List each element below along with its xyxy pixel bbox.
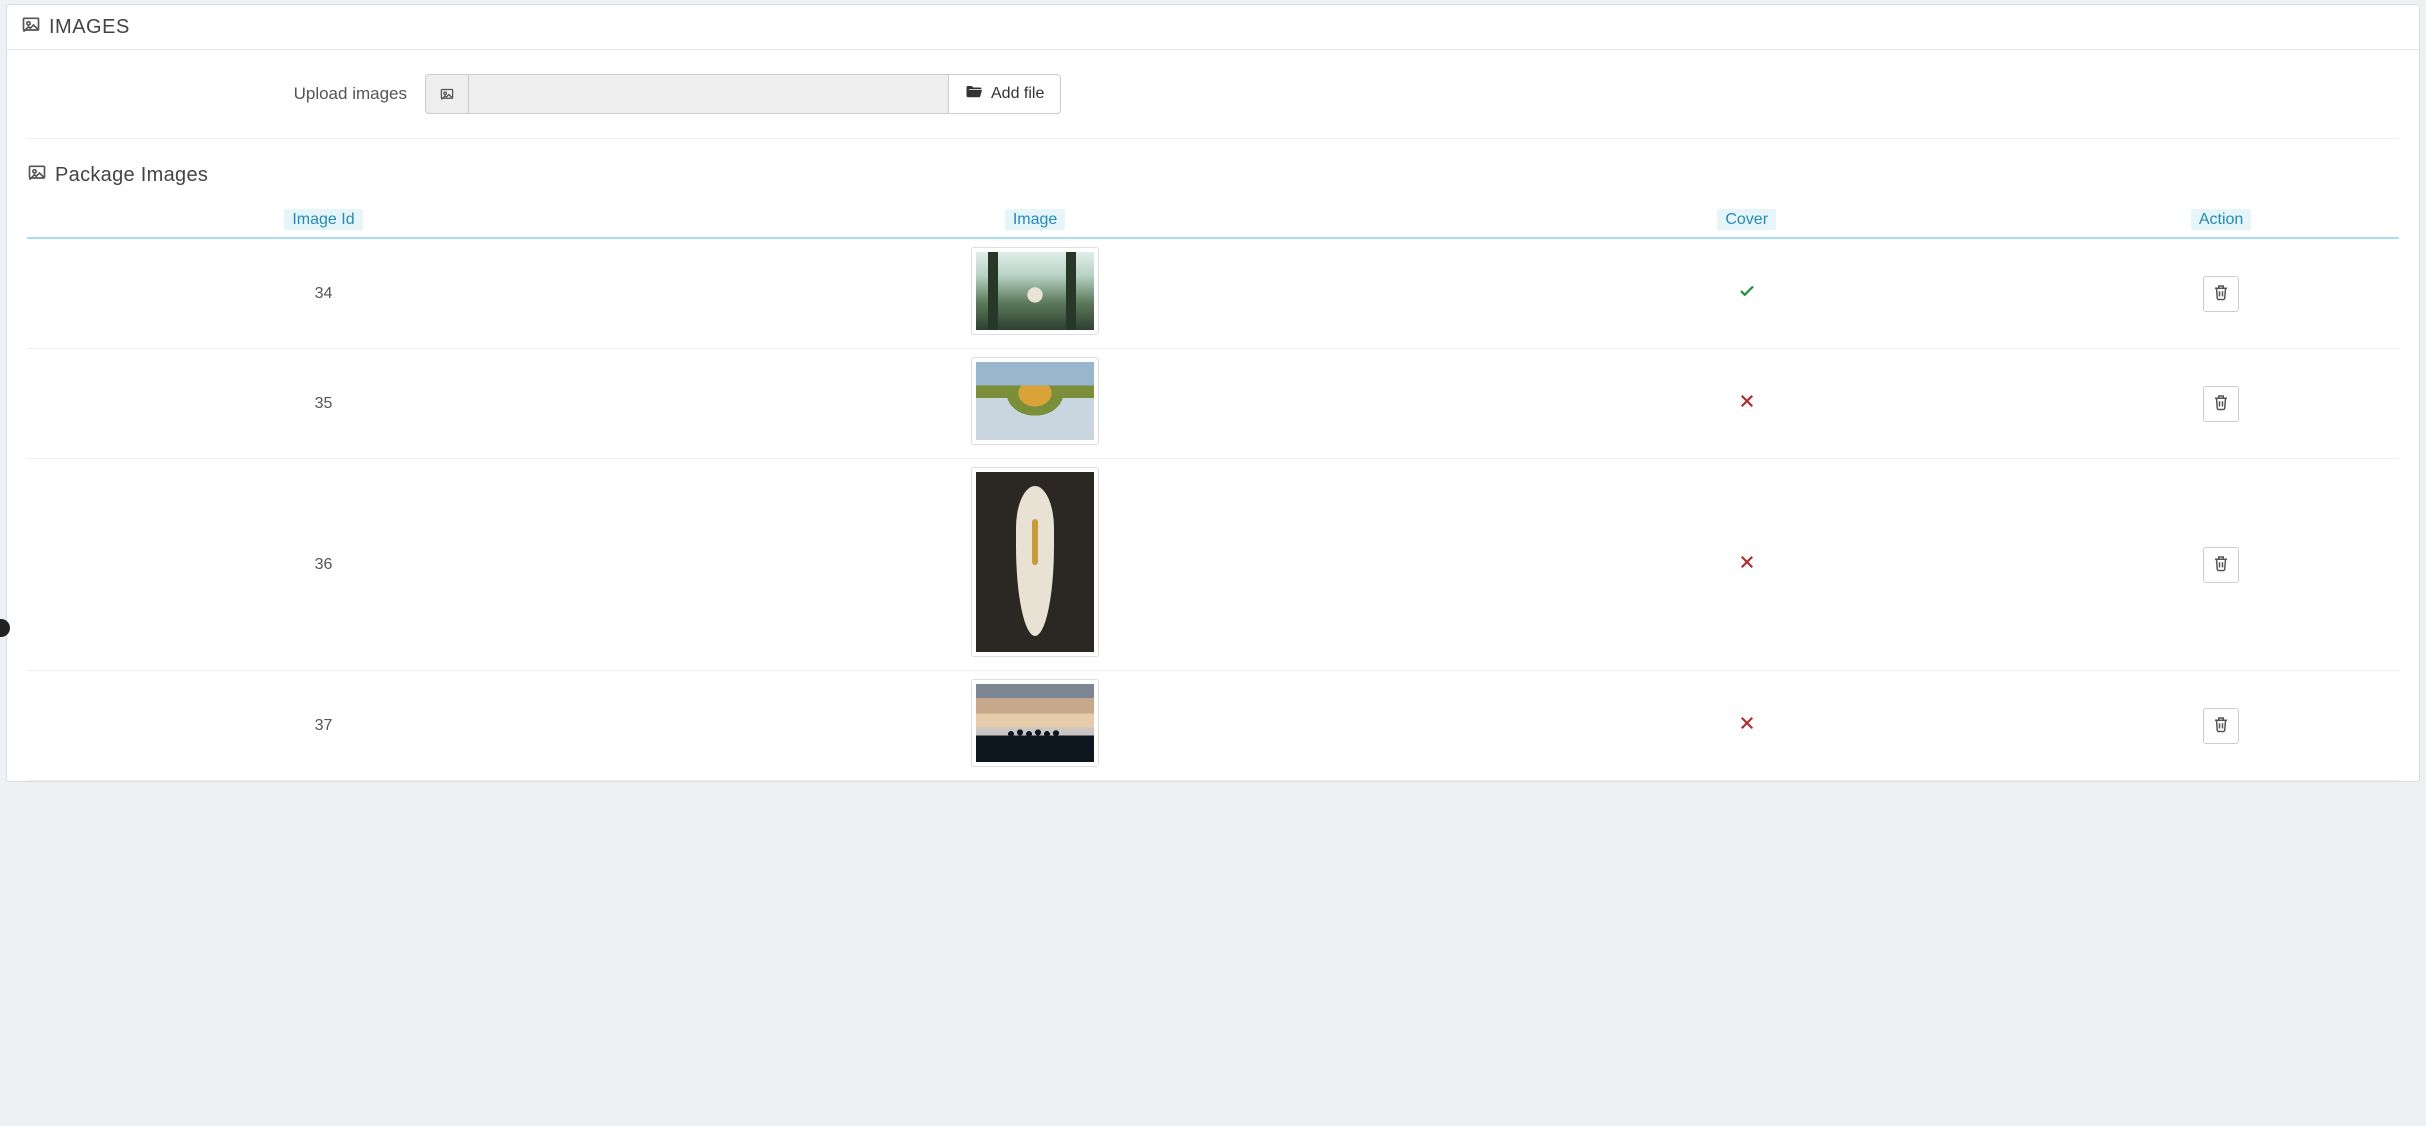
trash-icon xyxy=(2212,393,2230,414)
upload-input-group: Add file xyxy=(425,74,1061,114)
table-row: 36 xyxy=(27,459,2399,671)
panel-heading: IMAGES xyxy=(7,5,2419,50)
col-image-id[interactable]: Image Id xyxy=(284,209,362,230)
image-thumbnail[interactable] xyxy=(971,247,1099,335)
add-file-label: Add file xyxy=(991,85,1044,103)
col-action[interactable]: Action xyxy=(2191,209,2251,230)
package-images-table: Image Id Image Cover Action 34353637 xyxy=(27,203,2399,781)
table-row: 35 xyxy=(27,349,2399,459)
trash-icon xyxy=(2212,715,2230,736)
cell-cover xyxy=(1450,671,2043,781)
cell-action xyxy=(2043,238,2399,349)
table-row: 34 xyxy=(27,238,2399,349)
cell-cover xyxy=(1450,349,2043,459)
picture-icon xyxy=(21,15,41,39)
upload-label: Upload images xyxy=(27,84,407,104)
picture-icon xyxy=(27,163,47,187)
sub-title: Package Images xyxy=(55,164,208,187)
picture-icon xyxy=(425,74,468,114)
subheading: Package Images xyxy=(27,163,2399,187)
check-icon[interactable] xyxy=(1738,284,1756,304)
folder-open-icon xyxy=(965,83,983,106)
thumbnail-art xyxy=(976,684,1094,762)
delete-button[interactable] xyxy=(2203,547,2239,583)
col-image[interactable]: Image xyxy=(1005,209,1065,230)
times-icon[interactable] xyxy=(1738,555,1756,575)
table-row: 37 xyxy=(27,671,2399,781)
cell-image-id: 34 xyxy=(27,238,620,349)
delete-button[interactable] xyxy=(2203,276,2239,312)
image-thumbnail[interactable] xyxy=(971,467,1099,657)
trash-icon xyxy=(2212,554,2230,575)
cell-cover xyxy=(1450,238,2043,349)
images-panel: IMAGES Upload images xyxy=(6,4,2420,782)
cell-action xyxy=(2043,671,2399,781)
cell-action xyxy=(2043,349,2399,459)
col-cover[interactable]: Cover xyxy=(1717,209,1776,230)
delete-button[interactable] xyxy=(2203,386,2239,422)
cell-image xyxy=(620,459,1450,671)
cell-image-id: 35 xyxy=(27,349,620,459)
thumbnail-art xyxy=(976,472,1094,652)
delete-button[interactable] xyxy=(2203,708,2239,744)
times-icon[interactable] xyxy=(1738,716,1756,736)
cell-action xyxy=(2043,459,2399,671)
thumbnail-art xyxy=(976,252,1094,330)
cell-image-id: 36 xyxy=(27,459,620,671)
image-thumbnail[interactable] xyxy=(971,679,1099,767)
image-thumbnail[interactable] xyxy=(971,357,1099,445)
add-file-button[interactable]: Add file xyxy=(948,74,1061,114)
thumbnail-art xyxy=(976,362,1094,440)
cell-image-id: 37 xyxy=(27,671,620,781)
trash-icon xyxy=(2212,283,2230,304)
upload-filename-input[interactable] xyxy=(468,74,948,114)
panel-title: IMAGES xyxy=(49,16,130,39)
times-icon[interactable] xyxy=(1738,394,1756,414)
cell-image xyxy=(620,238,1450,349)
upload-row: Upload images xyxy=(27,74,2399,139)
cell-image xyxy=(620,349,1450,459)
cell-cover xyxy=(1450,459,2043,671)
cell-image xyxy=(620,671,1450,781)
